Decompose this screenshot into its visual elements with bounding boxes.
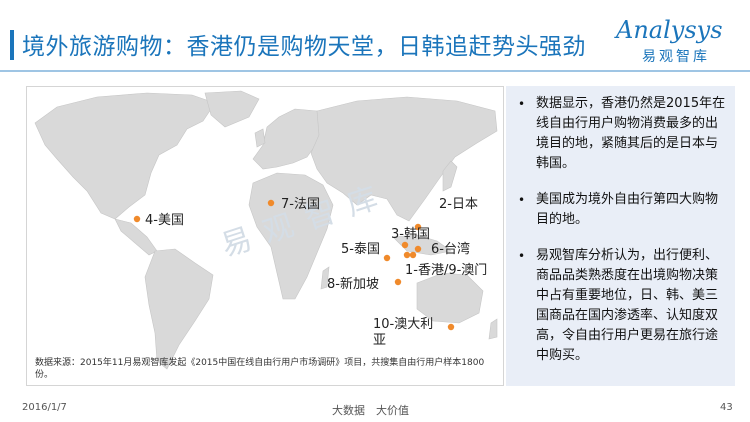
header-divider [0,70,750,72]
bullet-item: • 数据显示，香港仍然是2015年在线自由行用户购物消费最多的出境目的地，紧随其后… [516,94,730,174]
bullet-dot: • [518,249,526,263]
analysis-bullets: • 数据显示，香港仍然是2015年在线自由行用户购物消费最多的出境目的地，紧随其后… [516,94,730,382]
bullet-text: 易观智库分析认为，出行便利、商品品类熟悉度在出境购物决策中占有重要地位，日、韩、… [536,248,719,363]
logo-chinese-name: 易观智库 [642,49,710,65]
marker-label-singapore: 8-新加坡 [327,277,379,292]
bullet-text: 美国成为境外自由行第四大购物目的地。 [536,192,719,227]
footer-slogan: 大数据 大价值 [332,404,409,417]
marker-hongkong [403,251,411,259]
bullet-dot: • [518,97,526,111]
continent-north-america [34,92,216,220]
marker-label-japan: 2-日本 [439,197,478,212]
bullet-item: • 易观智库分析认为，出行便利、商品品类熟悉度在出境购物决策中占有重要地位，日、韩… [516,246,730,366]
new-zealand [488,318,498,340]
marker-macau [409,251,417,259]
marker-singapore [394,278,402,286]
marker-taiwan [414,245,422,253]
bullet-dot: • [518,193,526,207]
marker-label-taiwan: 6-台湾 [431,242,470,257]
marker-label-usa: 4-美国 [145,213,184,228]
logo-wordmark: Analysys [616,16,723,44]
marker-label-france: 7-法国 [281,197,320,212]
analysis-panel: • 数据显示，香港仍然是2015年在线自由行用户购物消费最多的出境目的地，紧随其后… [506,86,735,386]
bullet-text: 数据显示，香港仍然是2015年在线自由行用户购物消费最多的出境目的地，紧随其后的… [536,96,726,171]
footer-date: 2016/1/7 [22,402,67,413]
analysys-logo: Analysys 易观智库 [616,16,738,68]
greenland [204,90,260,128]
marker-australia [447,323,455,331]
marker-thailand [383,254,391,262]
data-source-note: 数据来源：2015年11月易观智库发起《2015中国在线自由行用户市场调研》项目… [35,358,485,380]
title-accent-bar [10,30,14,60]
page-number: 43 [720,402,733,413]
marker-korea [401,241,409,249]
marker-label-thailand: 5-泰国 [341,242,380,257]
continent-australia [416,272,484,324]
continent-south-america [144,248,214,370]
page-title: 境外旅游购物：香港仍是购物天堂，日韩追赶势头强劲 [22,34,586,60]
world-map-panel: 易观智库 4-美国 7-法国 2-日本 3-韩国 5-泰国 6-台湾 1-香港/… [26,86,504,386]
marker-label-hongkong-macau: 1-香港/9-澳门 [405,263,488,278]
marker-usa [133,215,141,223]
bullet-item: • 美国成为境外自由行第四大购物目的地。 [516,190,730,230]
marker-label-australia: 10-澳大利亚 [373,317,434,348]
marker-label-korea: 3-韩国 [391,227,430,242]
